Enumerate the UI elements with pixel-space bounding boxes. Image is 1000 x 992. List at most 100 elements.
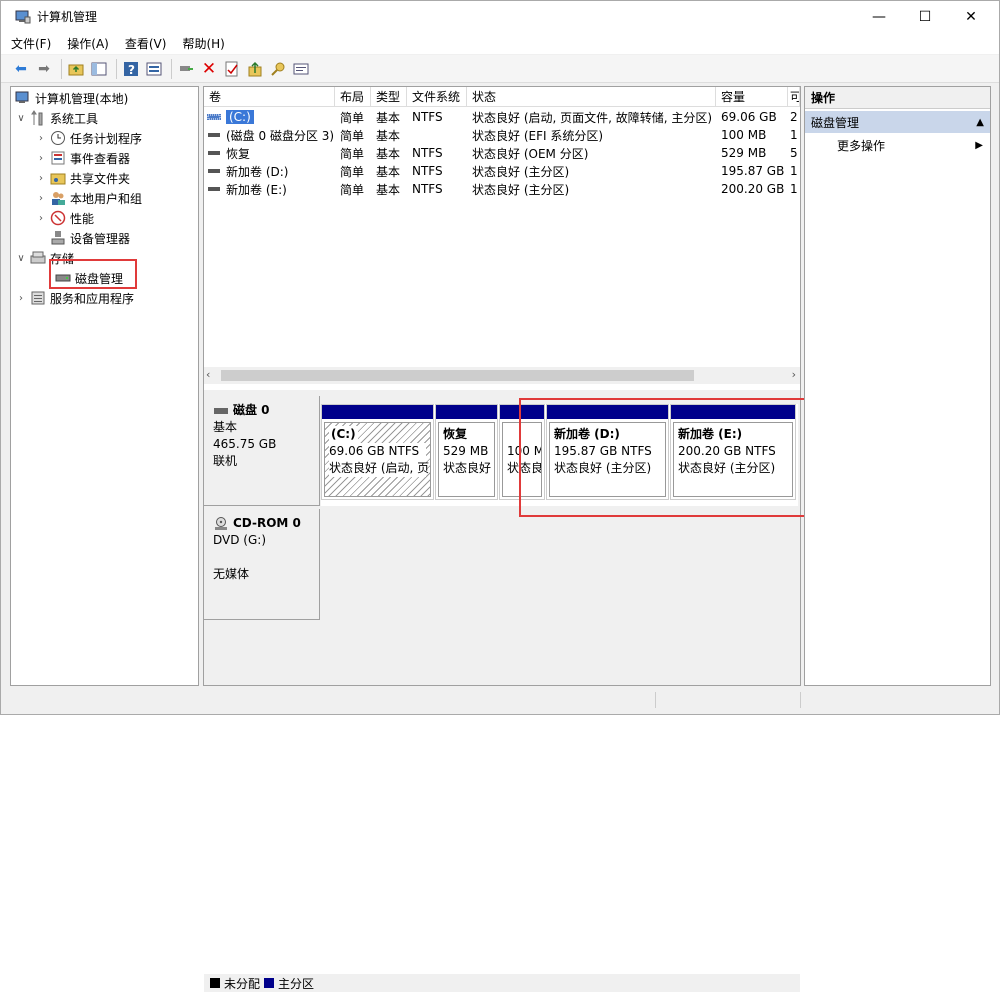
check-properties-icon[interactable] bbox=[222, 59, 242, 79]
back-arrow-icon[interactable]: ⬅ bbox=[11, 59, 31, 79]
volume-free: 5 bbox=[790, 146, 798, 160]
cdrom-info[interactable]: CD-ROM 0 DVD (G:) 无媒体 bbox=[204, 509, 320, 620]
menu-view[interactable]: 查看(V) bbox=[125, 35, 167, 52]
tree-label-root: 计算机管理(本地) bbox=[35, 91, 129, 106]
scrollbar-thumb[interactable] bbox=[221, 370, 694, 381]
table-row[interactable]: (C:) 简单 基本 NTFS 状态良好 (启动, 页面文件, 故障转储, 主分… bbox=[204, 108, 800, 126]
actions-section-disk-management[interactable]: 磁盘管理 ▲ bbox=[805, 111, 990, 133]
column-header-free[interactable]: 可 bbox=[788, 87, 800, 107]
tree-label-performance: 性能 bbox=[70, 211, 95, 226]
table-row[interactable]: (磁盘 0 磁盘分区 3) 简单 基本 状态良好 (EFI 系统分区) 100 … bbox=[204, 126, 800, 144]
tree-item-task-scheduler[interactable]: › 任务计划程序 bbox=[35, 128, 142, 148]
tree-item-root[interactable]: 计算机管理(本地) bbox=[15, 88, 128, 108]
tree-item-shared-folders[interactable]: › 共享文件夹 bbox=[35, 168, 130, 188]
properties-view-icon[interactable] bbox=[144, 59, 164, 79]
connect-drive-icon[interactable] bbox=[176, 59, 196, 79]
legend-label-unallocated: 未分配 bbox=[224, 976, 261, 991]
chevron-right-icon[interactable]: › bbox=[35, 153, 47, 164]
volume-name: (C:) bbox=[226, 110, 254, 124]
more-actions-item[interactable]: 更多操作 ▶ bbox=[837, 135, 987, 155]
disk0-type: 基本 bbox=[213, 420, 238, 434]
chevron-right-icon[interactable]: › bbox=[35, 173, 47, 184]
tree-item-local-users[interactable]: › 本地用户和组 bbox=[35, 188, 142, 208]
legend-swatch-primary bbox=[264, 978, 275, 988]
volume-free: 2 bbox=[790, 110, 798, 124]
cdrom-name: CD-ROM 0 bbox=[233, 516, 301, 530]
volume-filesystem: NTFS bbox=[412, 146, 443, 160]
tree-label-device-manager: 设备管理器 bbox=[70, 231, 131, 246]
scroll-right-icon[interactable]: › bbox=[792, 368, 796, 381]
legend-label-primary: 主分区 bbox=[278, 976, 315, 991]
volume-icon bbox=[206, 109, 222, 125]
close-button[interactable]: ✕ bbox=[948, 1, 994, 32]
cd-drive-icon bbox=[213, 516, 229, 532]
menu-help[interactable]: 帮助(H) bbox=[182, 35, 224, 52]
show-hide-tree-icon[interactable] bbox=[89, 59, 109, 79]
chevron-right-icon[interactable]: › bbox=[15, 293, 27, 304]
volume-type: 基本 bbox=[376, 146, 401, 161]
volume-layout: 简单 bbox=[340, 182, 365, 197]
menu-action[interactable]: 操作(A) bbox=[67, 35, 109, 52]
disk0-state: 联机 bbox=[213, 454, 238, 468]
volume-status: 状态良好 (启动, 页面文件, 故障转储, 主分区) bbox=[472, 110, 713, 125]
disk-management-pane: 卷 布局 类型 文件系统 状态 容量 可 (C:) 简单 基本 NTFS 状态良… bbox=[203, 86, 801, 992]
navigation-tree: 计算机管理(本地) ∨ 系统工具 › 任务计划程序 › 事件查看器 › 共享文件… bbox=[10, 86, 199, 686]
clock-icon bbox=[50, 130, 66, 146]
maximize-button[interactable]: ☐ bbox=[902, 1, 948, 32]
tools-icon bbox=[30, 110, 46, 126]
console-window-icon[interactable] bbox=[291, 59, 311, 79]
chevron-right-icon[interactable]: › bbox=[35, 213, 47, 224]
column-header-filesystem[interactable]: 文件系统 bbox=[407, 87, 467, 107]
disk0-info[interactable]: 磁盘 0 基本 465.75 GB 联机 bbox=[204, 396, 320, 506]
up-folder-icon[interactable] bbox=[66, 59, 86, 79]
chevron-right-icon[interactable]: › bbox=[35, 193, 47, 204]
table-row[interactable]: 恢复 简单 基本 NTFS 状态良好 (OEM 分区) 529 MB 5 bbox=[204, 144, 800, 162]
services-icon bbox=[30, 290, 46, 306]
actions-section-label: 磁盘管理 bbox=[811, 115, 860, 130]
volume-capacity: 100 MB bbox=[721, 128, 767, 142]
volume-name: 新加卷 (D:) bbox=[226, 164, 289, 179]
volume-layout: 简单 bbox=[340, 146, 365, 161]
search-key-icon[interactable] bbox=[268, 59, 288, 79]
menu-file[interactable]: 文件(F) bbox=[11, 35, 51, 52]
disk-drive-icon bbox=[213, 403, 229, 419]
actions-header: 操作 bbox=[805, 87, 990, 109]
volume-filesystem: NTFS bbox=[412, 182, 443, 196]
tree-item-event-viewer[interactable]: › 事件查看器 bbox=[35, 148, 130, 168]
volume-free: 1 bbox=[790, 128, 798, 142]
column-header-status[interactable]: 状态 bbox=[467, 87, 716, 107]
table-row[interactable]: 新加卷 (E:) 简单 基本 NTFS 状态良好 (主分区) 200.20 GB… bbox=[204, 180, 800, 198]
tree-item-system-tools[interactable]: ∨ 系统工具 bbox=[15, 108, 98, 128]
column-header-volume[interactable]: 卷 bbox=[204, 87, 335, 107]
chevron-down-icon[interactable]: ∨ bbox=[15, 113, 27, 124]
column-header-layout[interactable]: 布局 bbox=[335, 87, 371, 107]
menu-bar: 文件(F) 操作(A) 查看(V) 帮助(H) bbox=[1, 32, 999, 54]
volume-free: 1 bbox=[790, 182, 798, 196]
chevron-right-icon[interactable]: › bbox=[35, 133, 47, 144]
partition-bar bbox=[322, 405, 433, 419]
table-row[interactable]: 新加卷 (D:) 简单 基本 NTFS 状态良好 (主分区) 195.87 GB… bbox=[204, 162, 800, 180]
partition-c[interactable]: (C:) 69.06 GB NTFS 状态良好 (启动, 页 bbox=[321, 404, 434, 500]
minimize-button[interactable]: — bbox=[856, 1, 902, 32]
help-icon[interactable]: ? bbox=[121, 59, 141, 79]
column-header-capacity[interactable]: 容量 bbox=[716, 87, 788, 107]
highlight-box-d-e-partitions bbox=[519, 398, 809, 517]
highlight-box-disk-management bbox=[49, 259, 137, 289]
chevron-down-icon[interactable]: ∨ bbox=[15, 253, 27, 264]
volume-filesystem bbox=[407, 126, 467, 144]
delete-icon[interactable]: ✕ bbox=[199, 59, 219, 79]
collapse-triangle-icon[interactable]: ▲ bbox=[976, 117, 984, 128]
horizontal-scrollbar[interactable]: ‹ › bbox=[204, 367, 800, 384]
column-header-type[interactable]: 类型 bbox=[371, 87, 407, 107]
scroll-left-icon[interactable]: ‹ bbox=[206, 368, 210, 381]
partition-body: (C:) 69.06 GB NTFS 状态良好 (启动, 页 bbox=[324, 422, 431, 497]
tree-item-services-apps[interactable]: › 服务和应用程序 bbox=[15, 288, 134, 308]
partition-recovery[interactable]: 恢复 529 MB 状态良好 bbox=[435, 404, 498, 500]
users-icon bbox=[50, 190, 66, 206]
tree-item-device-manager[interactable]: 设备管理器 bbox=[35, 228, 130, 248]
forward-arrow-icon[interactable]: ➡ bbox=[34, 59, 54, 79]
export-up-icon[interactable] bbox=[245, 59, 265, 79]
volume-name: 新加卷 (E:) bbox=[226, 182, 287, 197]
tree-item-performance[interactable]: › 性能 bbox=[35, 208, 94, 228]
partition-body: 恢复 529 MB 状态良好 bbox=[438, 422, 495, 497]
